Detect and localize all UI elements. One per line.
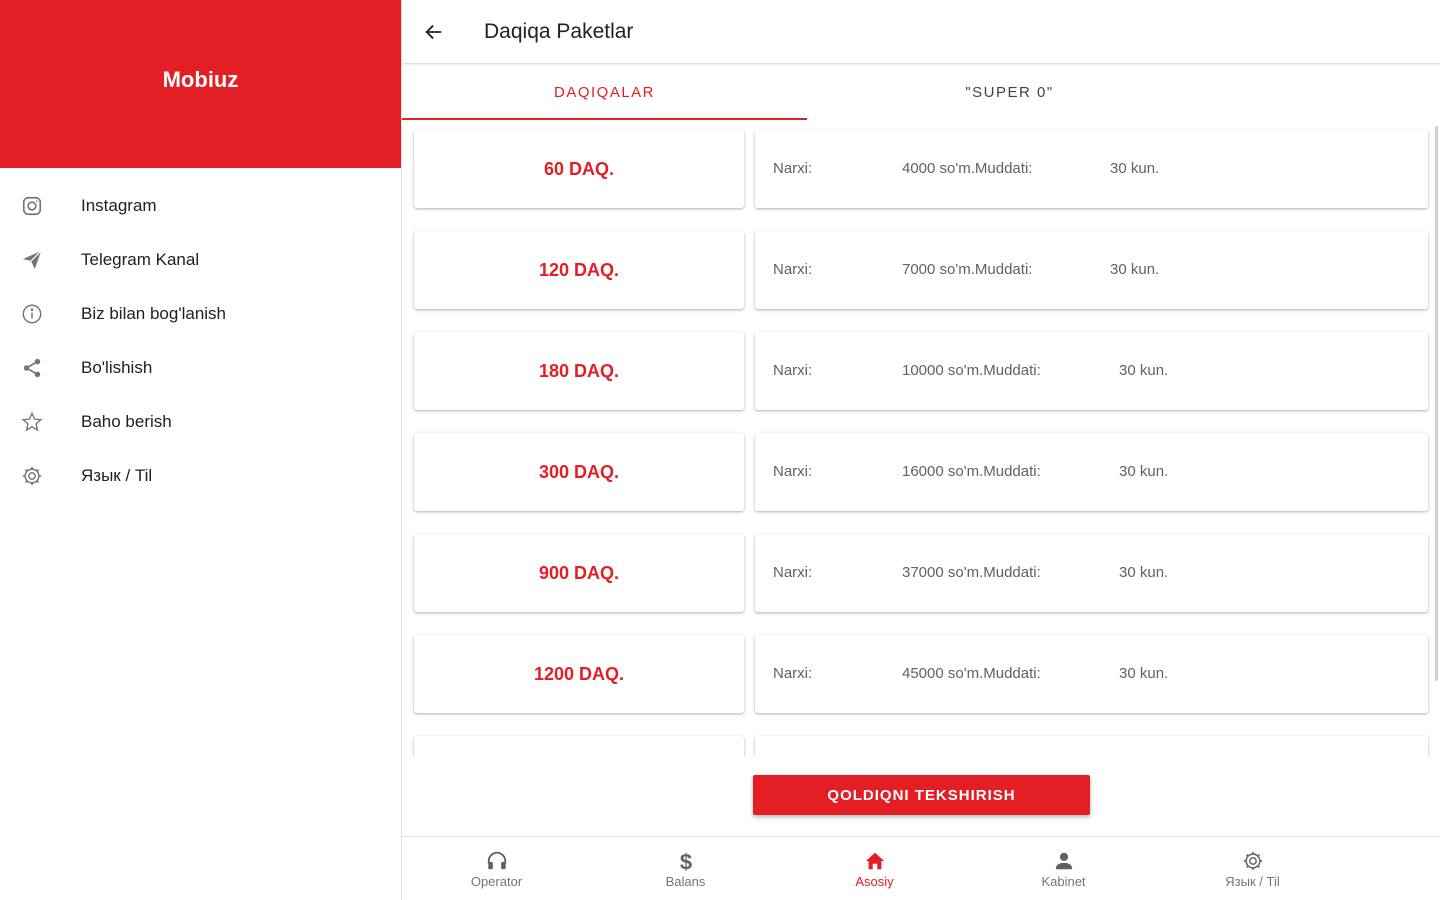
drawer-item-instagram[interactable]: Instagram bbox=[0, 179, 401, 233]
package-name: 180 DAQ. bbox=[538, 360, 620, 381]
nav-label: Kabinet bbox=[1041, 874, 1086, 889]
list-item: 300 DAQ. Narxi: 16000 so'm.Muddati: 30 k… bbox=[414, 433, 1429, 511]
price-label: Narxi: bbox=[773, 564, 813, 581]
nav-balans[interactable]: $ Balans bbox=[591, 837, 780, 900]
drawer-item-label: Telegram Kanal bbox=[81, 250, 200, 269]
package-card[interactable]: 60 DAQ. bbox=[414, 130, 744, 208]
drawer-item-label: Instagram bbox=[81, 196, 157, 215]
package-card[interactable]: 120 DAQ. bbox=[414, 231, 744, 309]
package-card[interactable]: 180 DAQ. bbox=[414, 332, 744, 410]
button-area: QOLDIQNI TEKSHIRISH bbox=[402, 756, 1440, 836]
drawer-item-label: Baho berish bbox=[81, 412, 172, 431]
tab-daqiqalar[interactable]: DAQIQALAR bbox=[402, 64, 807, 120]
list-item-partial bbox=[414, 736, 1429, 756]
check-balance-button[interactable]: QOLDIQNI TEKSHIRISH bbox=[753, 775, 1090, 815]
package-name: 300 DAQ. bbox=[538, 461, 620, 482]
package-list[interactable]: 60 DAQ. Narxi: 4000 so'm.Muddati: 30 kun… bbox=[402, 120, 1440, 756]
app-bar: Daqiqa Paketlar bbox=[402, 0, 1440, 64]
price-label: Narxi: bbox=[773, 160, 813, 177]
instagram-icon bbox=[20, 194, 44, 218]
drawer-item-telegram[interactable]: Telegram Kanal bbox=[0, 233, 401, 287]
nav-label: Язык / Til bbox=[1225, 874, 1280, 889]
nav-operator[interactable]: Operator bbox=[402, 837, 591, 900]
price-value: 37000 so'm.Muddati: bbox=[902, 564, 1041, 581]
package-details: Narxi: 10000 so'm.Muddati: 30 kun. bbox=[755, 332, 1428, 410]
share-icon bbox=[20, 356, 44, 380]
package-details: Narxi: 16000 so'm.Muddati: 30 kun. bbox=[755, 433, 1428, 511]
drawer-title: Mobiuz bbox=[162, 67, 239, 92]
duration-value: 30 kun. bbox=[1119, 463, 1169, 480]
nav-label: Asosiy bbox=[855, 874, 894, 889]
nav-kabinet[interactable]: Kabinet bbox=[969, 837, 1158, 900]
drawer-item-language[interactable]: Язык / Til bbox=[0, 449, 401, 503]
list-item: 900 DAQ. Narxi: 37000 so'm.Muddati: 30 k… bbox=[414, 534, 1429, 612]
drawer-item-label: Язык / Til bbox=[81, 466, 153, 485]
price-label: Narxi: bbox=[773, 362, 813, 379]
list-item: 1200 DAQ. Narxi: 45000 so'm.Muddati: 30 … bbox=[414, 635, 1429, 713]
price-value: 45000 so'm.Muddati: bbox=[902, 665, 1041, 682]
drawer-item-label: Biz bilan bog'lanish bbox=[81, 304, 227, 323]
nav-label: Operator bbox=[470, 874, 523, 889]
info-icon bbox=[20, 302, 44, 326]
price-value: 7000 so'm.Muddati: bbox=[902, 261, 1033, 278]
package-details: Narxi: 4000 so'm.Muddati: 30 kun. bbox=[755, 130, 1428, 208]
drawer-item-label: Bo'lishish bbox=[81, 358, 153, 377]
nav-language[interactable]: Язык / Til bbox=[1158, 837, 1347, 900]
duration-value: 30 kun. bbox=[1119, 564, 1169, 581]
duration-value: 30 kun. bbox=[1119, 362, 1169, 379]
price-value: 16000 so'm.Muddati: bbox=[902, 463, 1041, 480]
package-details: Narxi: 7000 so'm.Muddati: 30 kun. bbox=[755, 231, 1428, 309]
price-value: 4000 so'm.Muddati: bbox=[902, 160, 1033, 177]
navigation-drawer: Mobiuz Instagram Telegram Kanal Biz bila… bbox=[0, 0, 402, 900]
package-card[interactable]: 1200 DAQ. bbox=[414, 635, 744, 713]
star-icon bbox=[20, 410, 44, 434]
list-item: 180 DAQ. Narxi: 10000 so'm.Muddati: 30 k… bbox=[414, 332, 1429, 410]
scrollbar[interactable] bbox=[1435, 126, 1438, 681]
nav-asosiy[interactable]: Asosiy bbox=[780, 837, 969, 900]
package-name: 1200 DAQ. bbox=[533, 663, 625, 684]
package-name: 120 DAQ. bbox=[538, 259, 620, 280]
package-card[interactable]: 300 DAQ. bbox=[414, 433, 744, 511]
package-details bbox=[755, 736, 1428, 756]
back-button[interactable] bbox=[422, 20, 446, 44]
price-label: Narxi: bbox=[773, 463, 813, 480]
duration-value: 30 kun. bbox=[1119, 665, 1169, 682]
price-value: 10000 so'm.Muddati: bbox=[902, 362, 1041, 379]
nav-label: Balans bbox=[665, 874, 706, 889]
price-label: Narxi: bbox=[773, 665, 813, 682]
headset-icon bbox=[485, 849, 509, 873]
person-icon bbox=[1052, 849, 1076, 873]
gear-icon bbox=[20, 464, 44, 488]
package-card[interactable] bbox=[414, 736, 744, 756]
drawer-item-rate[interactable]: Baho berish bbox=[0, 395, 401, 449]
bottom-navigation: Operator $ Balans Asosiy Kabinet Язык / … bbox=[402, 836, 1440, 900]
main-panel: Daqiqa Paketlar DAQIQALAR "SUPER 0" 60 D… bbox=[402, 0, 1440, 900]
package-card[interactable]: 900 DAQ. bbox=[414, 534, 744, 612]
package-details: Narxi: 37000 so'm.Muddati: 30 kun. bbox=[755, 534, 1428, 612]
duration-value: 30 kun. bbox=[1110, 261, 1160, 278]
duration-value: 30 kun. bbox=[1110, 160, 1160, 177]
package-details: Narxi: 45000 so'm.Muddati: 30 kun. bbox=[755, 635, 1428, 713]
drawer-list: Instagram Telegram Kanal Biz bilan bog'l… bbox=[0, 168, 401, 503]
package-name: 60 DAQ. bbox=[543, 158, 615, 179]
price-label: Narxi: bbox=[773, 261, 813, 278]
list-item: 60 DAQ. Narxi: 4000 so'm.Muddati: 30 kun… bbox=[414, 130, 1429, 208]
send-icon bbox=[20, 248, 44, 272]
list-item: 120 DAQ. Narxi: 7000 so'm.Muddati: 30 ku… bbox=[414, 231, 1429, 309]
drawer-item-contact[interactable]: Biz bilan bog'lanish bbox=[0, 287, 401, 341]
tab-bar: DAQIQALAR "SUPER 0" bbox=[402, 64, 1440, 120]
arrow-back-icon bbox=[425, 24, 442, 39]
drawer-header: Mobiuz bbox=[0, 0, 401, 168]
package-name: 900 DAQ. bbox=[538, 562, 620, 583]
tab-super-0[interactable]: "SUPER 0" bbox=[807, 64, 1212, 120]
page-title: Daqiqa Paketlar bbox=[484, 19, 634, 43]
home-icon bbox=[863, 849, 887, 873]
gear-icon bbox=[1241, 849, 1265, 873]
dollar-icon: $ bbox=[674, 849, 698, 873]
svg-text:$: $ bbox=[679, 849, 691, 873]
drawer-item-share[interactable]: Bo'lishish bbox=[0, 341, 401, 395]
